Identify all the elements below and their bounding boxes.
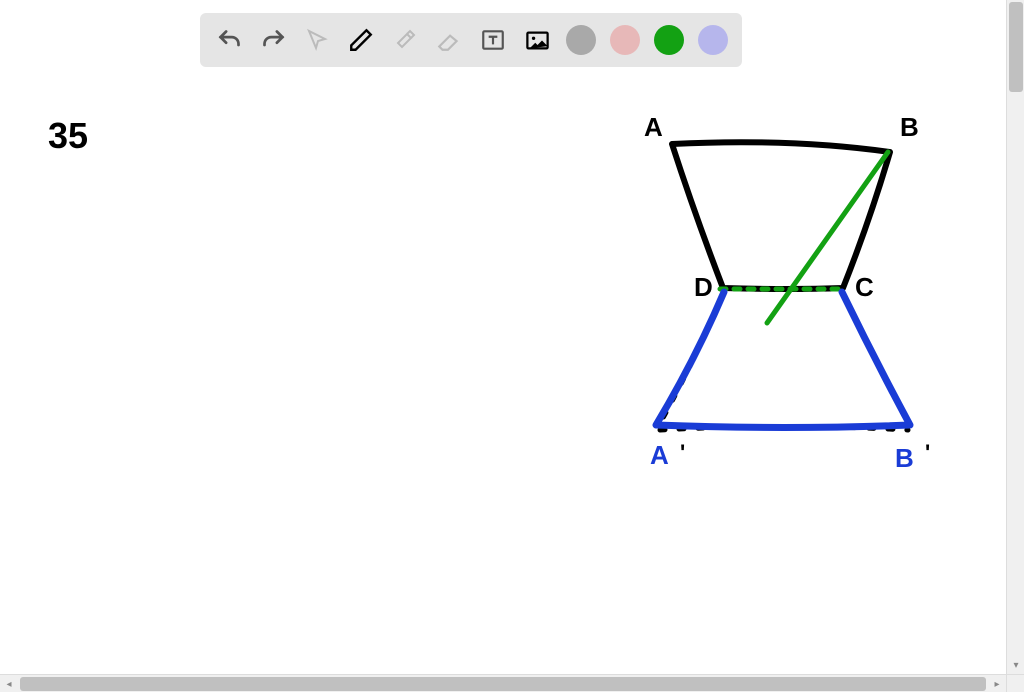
image-icon bbox=[524, 27, 551, 54]
scroll-left-arrow[interactable]: ◂ bbox=[0, 675, 18, 692]
horizontal-scrollbar[interactable]: ◂ ▸ bbox=[0, 674, 1006, 692]
vertical-scrollbar[interactable]: ▾ bbox=[1006, 0, 1024, 674]
tools-button[interactable] bbox=[390, 25, 420, 55]
drawing-svg bbox=[0, 0, 1006, 674]
eraser-tool[interactable] bbox=[434, 25, 464, 55]
app-container: 35 A B D C A ' bbox=[0, 0, 1024, 692]
toolbar bbox=[200, 13, 742, 67]
label-D: D bbox=[694, 272, 713, 303]
color-lavender[interactable] bbox=[698, 25, 728, 55]
scroll-right-arrow[interactable]: ▸ bbox=[988, 675, 1006, 692]
text-tool[interactable] bbox=[478, 25, 508, 55]
label-C: C bbox=[855, 272, 874, 303]
redo-icon bbox=[260, 27, 287, 54]
color-pink[interactable] bbox=[610, 25, 640, 55]
cursor-icon bbox=[305, 28, 329, 52]
vertical-scroll-thumb[interactable] bbox=[1009, 2, 1023, 92]
label-A-prime-tick: ' bbox=[680, 440, 685, 466]
pen-tool[interactable] bbox=[346, 25, 376, 55]
color-green[interactable] bbox=[654, 25, 684, 55]
undo-button[interactable] bbox=[214, 25, 244, 55]
scroll-corner bbox=[1006, 674, 1024, 692]
image-tool[interactable] bbox=[522, 25, 552, 55]
problem-number: 35 bbox=[48, 115, 88, 157]
select-tool[interactable] bbox=[302, 25, 332, 55]
hammer-icon bbox=[393, 28, 417, 52]
horizontal-scroll-thumb[interactable] bbox=[20, 677, 986, 691]
label-A: A bbox=[644, 112, 663, 143]
eraser-icon bbox=[436, 27, 462, 53]
whiteboard-canvas[interactable]: 35 A B D C A ' bbox=[0, 0, 1006, 674]
label-B: B bbox=[900, 112, 919, 143]
text-icon bbox=[480, 27, 506, 53]
color-gray[interactable] bbox=[566, 25, 596, 55]
label-B-prime: B bbox=[895, 443, 914, 474]
undo-icon bbox=[216, 27, 243, 54]
scroll-down-arrow[interactable]: ▾ bbox=[1007, 656, 1024, 674]
label-A-prime: A bbox=[650, 440, 669, 471]
pen-icon bbox=[348, 27, 374, 53]
redo-button[interactable] bbox=[258, 25, 288, 55]
label-B-prime-tick: ' bbox=[925, 440, 930, 466]
